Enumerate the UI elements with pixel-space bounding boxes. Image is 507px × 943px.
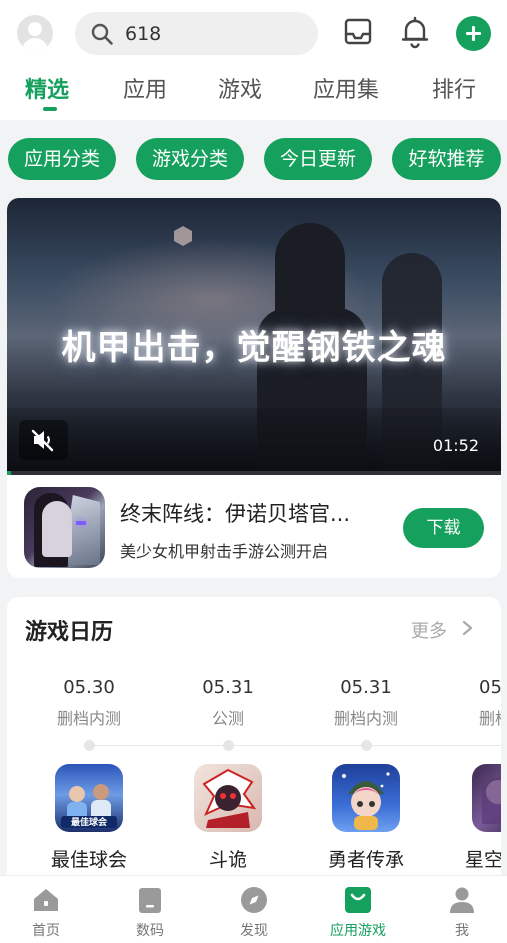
game-calendar-section: 游戏日历 更多 05.30 删档内测 最佳球会 最佳球会 05.31 公测 斗诡… — [7, 597, 501, 887]
featured-app-name[interactable]: 终末阵线：伊诺贝塔官... — [120, 498, 390, 528]
featured-app-description: 美少女机甲射击手游公测开启 — [120, 542, 329, 561]
release-date: 05.31 — [340, 677, 392, 698]
chip-game-categories[interactable]: 游戏分类 — [136, 138, 244, 180]
nav-discover[interactable]: 发现 — [204, 876, 304, 943]
calendar-date-column: 05.30 删档内测 — [29, 677, 149, 729]
nav-apps-games[interactable]: 应用游戏 — [308, 876, 408, 943]
svg-text:最佳球会: 最佳球会 — [71, 816, 108, 828]
muted-speaker-icon — [31, 429, 54, 452]
section-title: 游戏日历 — [25, 620, 114, 645]
nav-label: 我 — [455, 923, 469, 939]
home-icon — [34, 889, 58, 911]
release-date: 05.30 — [63, 677, 115, 698]
download-button[interactable]: 下载 — [403, 508, 484, 548]
timeline-dot — [84, 740, 95, 751]
quick-category-chips: 应用分类 游戏分类 今日更新 好软推荐 — [0, 138, 507, 182]
user-avatar[interactable] — [17, 15, 53, 51]
nav-me[interactable]: 我 — [412, 876, 507, 943]
release-status: 删档内测 — [56, 709, 121, 728]
chevron-right-icon[interactable] — [461, 620, 474, 636]
game-name[interactable]: 星空 — [465, 845, 501, 872]
release-status: 删档 — [479, 709, 501, 728]
category-tabs: 精选 应用 游戏 应用集 排行 — [0, 70, 507, 115]
game-icon-dougui[interactable] — [194, 764, 262, 832]
video-title-text: 机甲出击，觉醒钢铁之魂 — [61, 328, 447, 368]
video-progress-bar[interactable] — [7, 471, 501, 475]
game-name[interactable]: 勇者传承 — [306, 845, 426, 872]
calendar-date-column: 05 删档 — [442, 677, 501, 729]
bell-icon[interactable] — [399, 15, 431, 49]
mute-button[interactable] — [19, 420, 68, 460]
chip-recommended-software[interactable]: 好软推荐 — [392, 138, 501, 180]
search-input[interactable] — [125, 12, 305, 55]
featured-app-icon[interactable] — [24, 487, 105, 568]
game-icon-brave-legacy[interactable] — [332, 764, 400, 832]
timeline-dot — [361, 740, 372, 751]
game-name[interactable]: 最佳球会 — [29, 845, 149, 872]
calendar-date-column: 05.31 删档内测 — [306, 677, 426, 729]
chip-today-updates[interactable]: 今日更新 — [264, 138, 372, 180]
inbox-icon[interactable] — [342, 15, 374, 49]
nav-label: 首页 — [32, 923, 60, 939]
tab-apps[interactable]: 应用 — [123, 72, 167, 104]
search-icon — [91, 23, 113, 45]
add-button[interactable] — [456, 16, 491, 51]
tab-rankings[interactable]: 排行 — [432, 72, 476, 104]
calendar-date-column: 05.31 公测 — [168, 677, 288, 729]
tab-featured[interactable]: 精选 — [25, 72, 69, 104]
nav-home[interactable]: 首页 — [0, 876, 96, 943]
release-status: 公测 — [211, 709, 244, 728]
profile-icon — [450, 887, 474, 913]
game-name[interactable]: 斗诡 — [168, 845, 288, 872]
release-date: 05 — [479, 677, 501, 698]
tab-app-collections[interactable]: 应用集 — [313, 72, 379, 104]
bottom-navigation: 首页 数码 发现 应用游戏 我 — [0, 875, 507, 943]
timeline-dot — [223, 740, 234, 751]
release-status: 删档内测 — [333, 709, 398, 728]
chip-app-categories[interactable]: 应用分类 — [8, 138, 116, 180]
release-date: 05.31 — [202, 677, 254, 698]
promo-video[interactable]: 机甲出击，觉醒钢铁之魂 01:52 — [7, 198, 501, 475]
search-bar[interactable] — [75, 12, 318, 55]
nav-label: 应用游戏 — [330, 923, 386, 939]
video-duration: 01:52 — [432, 436, 479, 455]
nav-label: 发现 — [240, 923, 268, 939]
app-store-bag-icon — [345, 887, 371, 913]
featured-app-card[interactable]: 机甲出击，觉醒钢铁之魂 01:52 终末阵线：伊诺贝塔官... 美少女机甲射击手… — [7, 198, 501, 578]
nav-label: 数码 — [136, 923, 164, 939]
more-link[interactable]: 更多 — [411, 617, 447, 643]
digital-icon — [139, 888, 161, 913]
top-bar: 精选 应用 游戏 应用集 排行 — [0, 0, 507, 120]
tab-games[interactable]: 游戏 — [218, 72, 262, 104]
timeline-line — [87, 745, 501, 746]
game-icon-starry-sky[interactable] — [472, 764, 501, 832]
compass-icon — [241, 887, 267, 913]
game-icon-best-club[interactable]: 最佳球会 — [55, 764, 123, 832]
active-tab-indicator — [43, 107, 57, 111]
nav-digital[interactable]: 数码 — [100, 876, 200, 943]
